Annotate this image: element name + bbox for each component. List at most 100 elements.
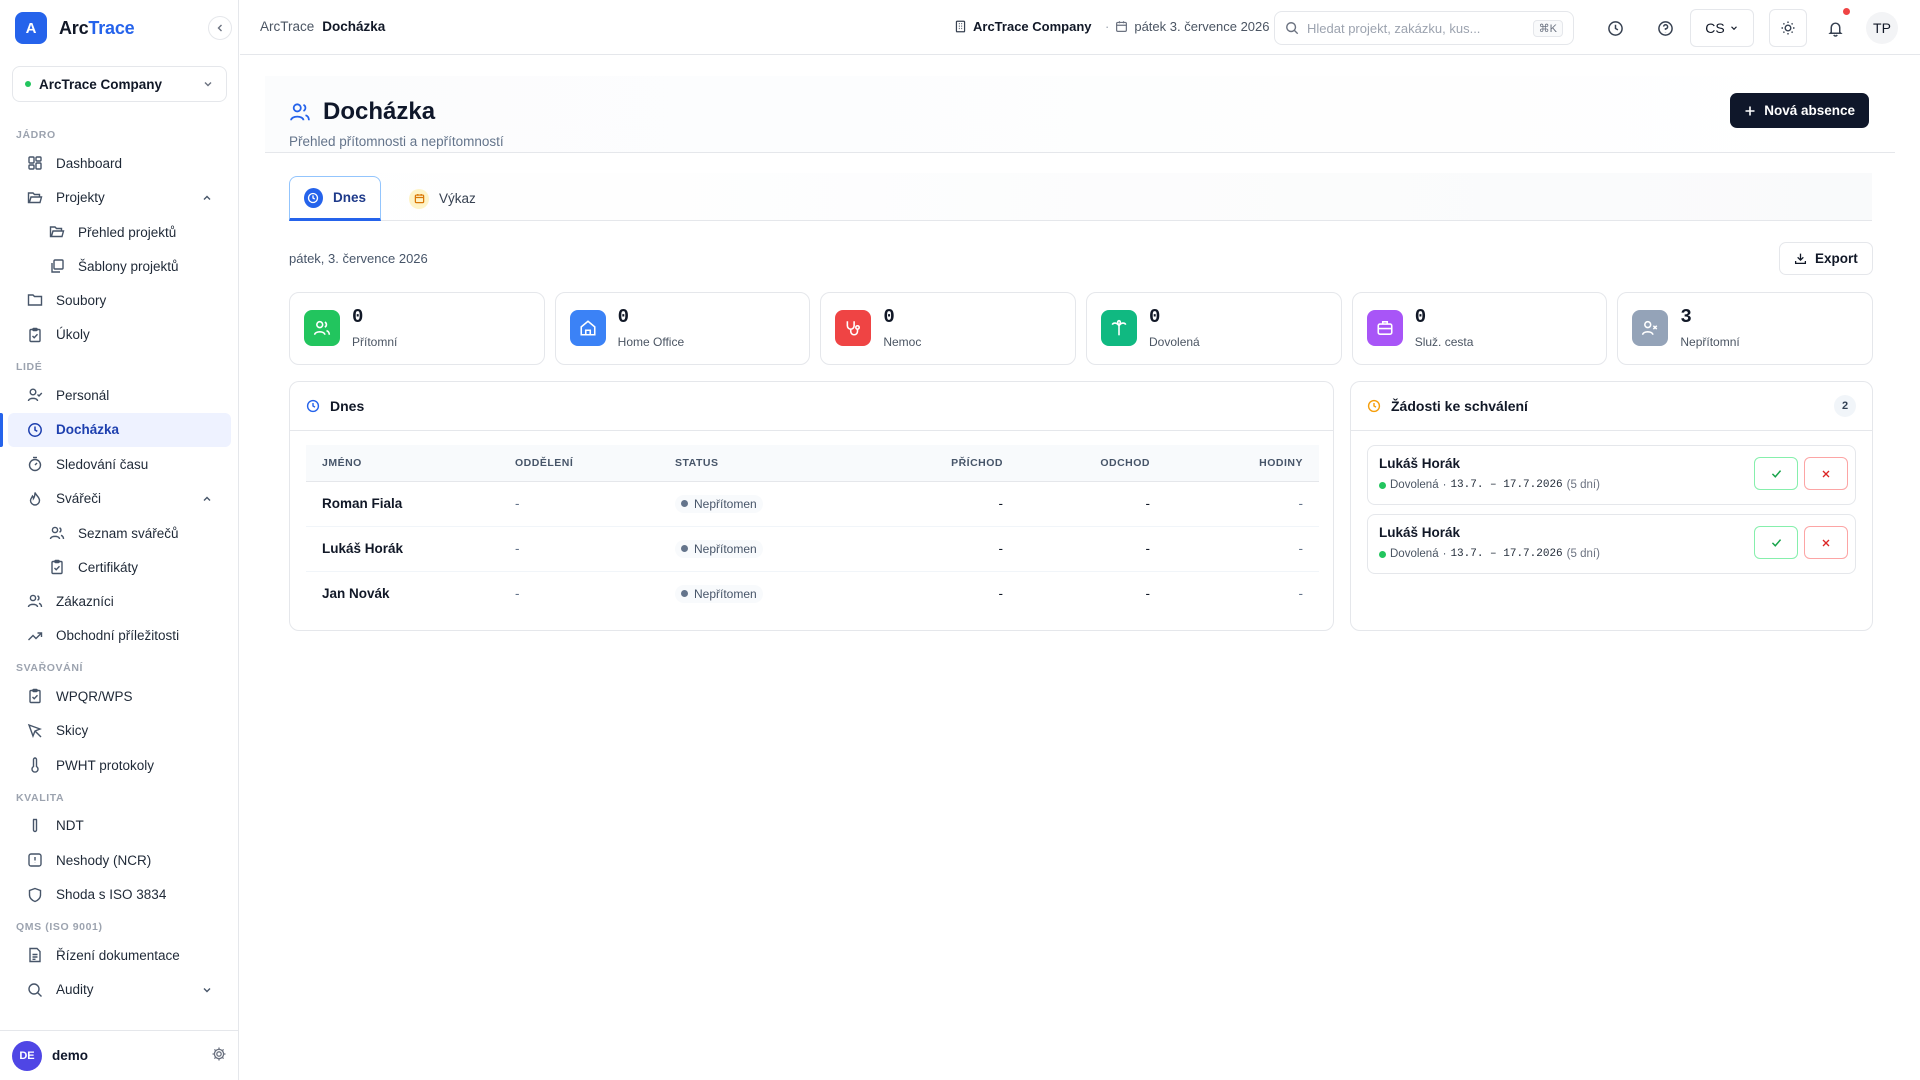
sidebar-item-doc-control[interactable]: Řízení dokumentace [8, 938, 231, 973]
today-card-header: Dnes [290, 382, 1333, 431]
breadcrumb-current: Docházka [322, 19, 386, 34]
stat-card-vacation: 0 Dovolená [1086, 292, 1342, 365]
breadcrumb: ArcTrace Docházka [260, 19, 385, 34]
sidebar-item-tasks[interactable]: Úkoly [8, 318, 231, 353]
tab-report[interactable]: Výkaz [395, 176, 490, 221]
brand[interactable]: A ArcTrace [15, 12, 135, 44]
sidebar-item-time-tracking[interactable]: Sledování času [8, 447, 231, 482]
table-row[interactable]: Jan Novák - Nepřítomen - - - [306, 571, 1319, 616]
reject-button[interactable] [1804, 457, 1848, 490]
notifications-button[interactable] [1821, 14, 1849, 42]
sidebar-item-welders[interactable]: Svářeči [8, 482, 231, 517]
collapse-sidebar-button[interactable] [208, 16, 232, 40]
file-text-icon [26, 946, 44, 964]
requests-count-badge: 2 [1834, 395, 1856, 417]
table-row[interactable]: Lukáš Horák - Nepřítomen - - - [306, 526, 1319, 572]
dashboard-icon [26, 154, 44, 172]
sidebar-item-dashboard[interactable]: Dashboard [8, 146, 231, 181]
column-header-name[interactable]: JMÉNO [306, 445, 499, 482]
chevron-up-icon [203, 496, 211, 501]
column-header-arrival[interactable]: PŘÍCHOD [859, 445, 1019, 482]
company-select[interactable]: ArcTrace Company [12, 66, 227, 102]
nav-section-core: JÁDRO [16, 129, 56, 141]
tab-today[interactable]: Dnes [289, 176, 381, 221]
footer-username: demo [52, 1048, 89, 1063]
user-avatar[interactable]: TP [1866, 12, 1898, 44]
status-text: Nepřítomen [694, 541, 757, 556]
sidebar-item-sketches[interactable]: Skicy [8, 714, 231, 749]
today-card: Dnes JMÉNO ODDĚLENÍ STATUS PŘÍCHOD ODCHO… [289, 381, 1334, 631]
export-label: Export [1815, 251, 1858, 266]
help-button[interactable] [1651, 14, 1679, 42]
brand-logo: A [15, 12, 47, 44]
approve-button[interactable] [1754, 526, 1798, 559]
request-separator: · [1442, 479, 1447, 491]
export-button[interactable]: Export [1779, 242, 1873, 275]
stat-card-business-trip: 0 Služ. cesta [1351, 292, 1608, 365]
nav-section-people: LIDÉ [16, 361, 43, 373]
chevron-down-icon [203, 987, 211, 993]
cell-departure: - [1019, 481, 1166, 527]
sidebar-item-projects-overview[interactable]: Přehled projektů [8, 215, 231, 249]
sidebar-item-customers[interactable]: Zákazníci [8, 584, 231, 619]
gear-icon[interactable] [211, 1046, 227, 1065]
sidebar-item-certificates[interactable]: Certifikáty [8, 550, 231, 584]
stat-label: Dovolená [1149, 335, 1200, 349]
home-icon [569, 310, 606, 346]
table-row[interactable]: Roman Fiala - Nepřítomen - - - [306, 481, 1319, 527]
stat-value: 0 [1149, 306, 1161, 328]
top-bar: ArcTrace Docházka ArcTrace Company · pát… [240, 0, 1920, 55]
user-check-icon [26, 386, 44, 404]
sidebar-item-attendance[interactable]: Docházka [0, 412, 231, 447]
search-box[interactable]: ⌘K [1274, 11, 1574, 45]
sidebar-item-welders-list[interactable]: Seznam svářečů [8, 516, 231, 550]
column-header-status[interactable]: STATUS [659, 445, 859, 482]
request-meta: Dovolená · 13.7. – 17.7.2026 (5 dní) [1379, 479, 1600, 491]
sidebar-item-audits[interactable]: Audity [8, 973, 231, 1008]
new-absence-button[interactable]: Nová absence [1730, 93, 1869, 128]
history-button[interactable] [1601, 14, 1629, 42]
cell-hours: - [1166, 526, 1319, 572]
cell-name: Roman Fiala [306, 481, 499, 527]
sidebar-item-files[interactable]: Soubory [8, 283, 231, 318]
sidebar-item-label: Docházka [56, 422, 120, 438]
stat-label: Home Office [617, 335, 685, 349]
request-name: Lukáš Horák [1379, 456, 1461, 471]
calendar-icon [1116, 21, 1128, 32]
stat-label: Nemoc [883, 335, 922, 349]
column-header-departure[interactable]: ODCHOD [1019, 445, 1166, 482]
chevron-down-icon [1730, 26, 1737, 31]
search-icon [1286, 22, 1299, 35]
status-badge: Nepřítomen [675, 494, 763, 513]
search-input[interactable] [1307, 20, 1525, 36]
breadcrumb-root[interactable]: ArcTrace [260, 19, 314, 34]
status-dot [681, 545, 688, 552]
status-badge: Nepřítomen [675, 539, 763, 558]
approve-button[interactable] [1754, 457, 1798, 490]
header-date-text: pátek 3. července 2026 [1134, 19, 1270, 34]
sidebar-item-ncr[interactable]: Neshody (NCR) [8, 843, 231, 878]
sidebar-item-label: Shoda s ISO 3834 [56, 887, 167, 903]
avatar[interactable]: DE [12, 1040, 42, 1071]
status-dot [681, 500, 688, 507]
sidebar-item-ndt[interactable]: NDT [8, 809, 231, 844]
timer-icon [26, 455, 44, 473]
cell-arrival: - [859, 526, 1019, 572]
sidebar-item-project-templates[interactable]: Šablony projektů [8, 249, 231, 283]
brand-name: ArcTrace [59, 18, 135, 39]
language-select[interactable]: CS [1690, 9, 1754, 47]
cell-departure: - [1145, 586, 1151, 602]
sidebar-item-wpqr[interactable]: WPQR/WPS [8, 679, 231, 714]
copy-icon [48, 257, 66, 275]
sidebar-item-projects[interactable]: Projekty [8, 181, 231, 216]
reject-button[interactable] [1804, 526, 1848, 559]
theme-toggle-button[interactable] [1769, 9, 1807, 47]
language-label: CS [1705, 20, 1725, 36]
sidebar-item-iso3834[interactable]: Shoda s ISO 3834 [8, 878, 231, 913]
column-header-department[interactable]: ODDĚLENÍ [499, 445, 659, 482]
sidebar-item-personnel[interactable]: Personál [8, 378, 231, 413]
column-header-hours[interactable]: HODINY [1166, 445, 1319, 482]
sidebar-item-pwht[interactable]: PWHT protokoly [8, 748, 231, 783]
sidebar-item-opportunities[interactable]: Obchodní příležitosti [8, 619, 231, 654]
request-range: 13.7. – 17.7.2026 [1450, 479, 1563, 491]
